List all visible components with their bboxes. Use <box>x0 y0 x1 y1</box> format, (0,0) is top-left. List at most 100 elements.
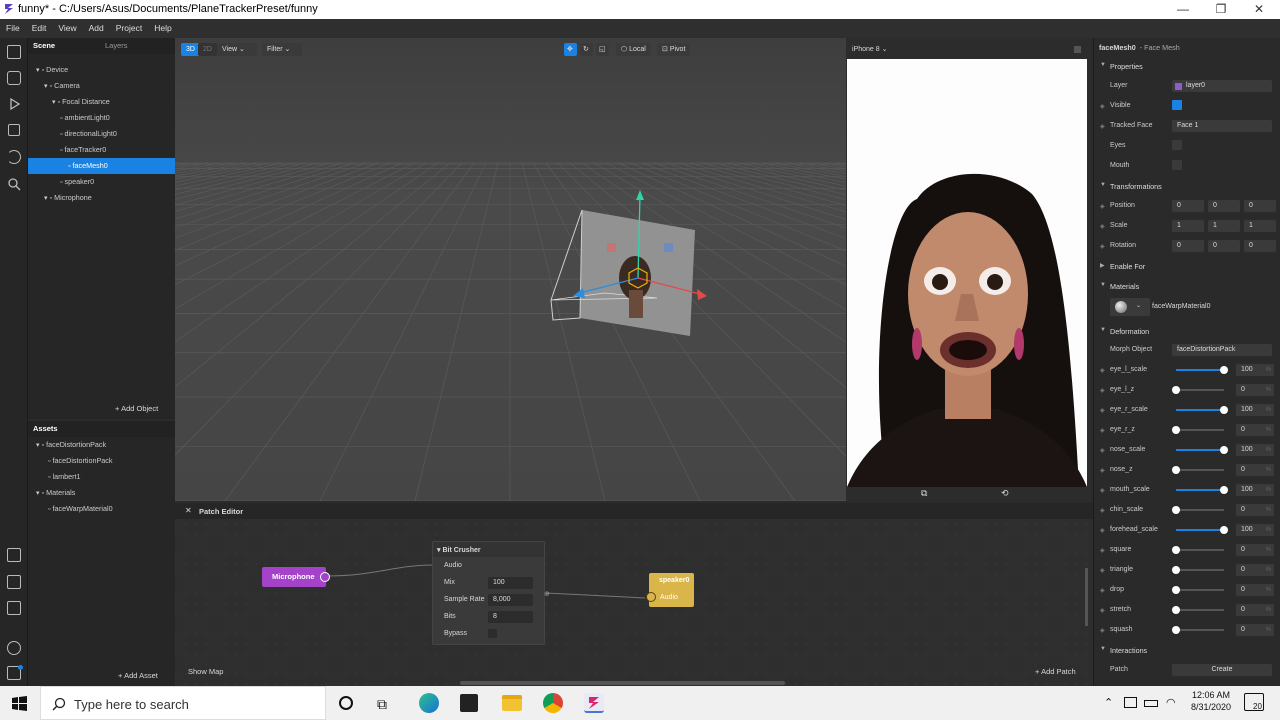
screenshot-icon[interactable]: ⧉ <box>921 488 927 499</box>
asset-tree-item[interactable]: ▾ ▫ faceDistortionPack <box>28 437 175 453</box>
keyframe-icon[interactable]: ◈ <box>1100 607 1105 614</box>
slider-value-input[interactable]: 0% <box>1236 504 1274 516</box>
scene-tree-item[interactable]: ▫ ambientLight0 <box>28 110 175 126</box>
keyframe-icon[interactable]: ◈ <box>1100 103 1105 110</box>
scene-tree-item[interactable]: ▾ ▫ Microphone <box>28 190 175 206</box>
asset-tree-item[interactable]: ▫ lambert1 <box>28 469 175 485</box>
keyframe-icon[interactable]: ◈ <box>1100 567 1105 574</box>
minimize-button[interactable]: — <box>1164 0 1202 19</box>
blendshape-slider[interactable] <box>1172 626 1224 634</box>
keyframe-icon[interactable]: ◈ <box>1100 367 1105 374</box>
viewport-3d[interactable] <box>175 38 846 501</box>
view-dropdown[interactable]: View ⌄ <box>217 43 257 56</box>
menu-project[interactable]: Project <box>110 19 148 38</box>
keyframe-icon[interactable]: ◈ <box>1100 123 1105 130</box>
slider-value-input[interactable]: 0% <box>1236 604 1274 616</box>
slider-knob[interactable] <box>1220 366 1228 374</box>
refresh-icon[interactable] <box>7 150 21 164</box>
scale-z-input[interactable]: 1 <box>1244 220 1276 232</box>
layer-dropdown[interactable]: layer0 <box>1172 80 1272 92</box>
panel-menu-icon[interactable] <box>1074 46 1081 53</box>
scene-tree-item[interactable]: ▾ ▫ Device <box>28 62 175 78</box>
keyframe-icon[interactable]: ◈ <box>1100 627 1105 634</box>
chevron-up-icon[interactable]: ⌃ <box>1104 696 1113 709</box>
speaker-patch[interactable]: speaker0 Audio <box>646 573 694 607</box>
keyframe-icon[interactable]: ◈ <box>1100 467 1105 474</box>
position-x-input[interactable]: 0 <box>1172 200 1204 212</box>
output-port-icon[interactable] <box>320 572 330 582</box>
keyframe-icon[interactable]: ◈ <box>1100 487 1105 494</box>
stop-icon[interactable] <box>8 124 20 136</box>
eyes-checkbox[interactable] <box>1172 140 1182 150</box>
slider-value-input[interactable]: 100% <box>1236 444 1274 456</box>
file-explorer-icon[interactable] <box>502 695 522 711</box>
scene-tree-item[interactable]: ▫ directionalLight0 <box>28 126 175 142</box>
show-map-button[interactable]: Show Map <box>188 667 223 676</box>
scene-tree-item[interactable]: ▾ ▫ Focal Distance <box>28 94 175 110</box>
blendshape-slider[interactable] <box>1176 486 1228 494</box>
output-port-icon[interactable]: ⊕ <box>544 590 550 598</box>
slider-knob[interactable] <box>1172 466 1180 474</box>
tracked-face-dropdown[interactable]: Face 1 <box>1172 120 1272 132</box>
scene-tree-item[interactable]: ▾ ▫ Camera <box>28 78 175 94</box>
slider-knob[interactable] <box>1172 426 1180 434</box>
battery-icon[interactable] <box>1144 700 1158 707</box>
keyframe-icon[interactable]: ◈ <box>1100 447 1105 454</box>
layout-icon[interactable] <box>7 45 21 59</box>
video-icon[interactable] <box>7 71 21 85</box>
asset-tree-item[interactable]: ▫ faceDistortionPack <box>28 453 175 469</box>
edge-icon[interactable] <box>419 693 439 713</box>
pivot-button[interactable]: ⊡ Pivot <box>657 43 691 56</box>
add-patch-button[interactable]: + Add Patch <box>1035 667 1076 676</box>
menu-help[interactable]: Help <box>148 19 177 38</box>
scale-x-input[interactable]: 1 <box>1172 220 1204 232</box>
maximize-button[interactable]: ❐ <box>1202 0 1240 19</box>
section-deformation[interactable]: ▼ Deformation <box>1094 321 1280 341</box>
section-transformations[interactable]: ▼ Transformations <box>1094 176 1280 196</box>
slider-knob[interactable] <box>1220 406 1228 414</box>
section-materials[interactable]: ▼ Materials <box>1094 276 1280 296</box>
mouth-checkbox[interactable] <box>1172 160 1182 170</box>
menu-add[interactable]: Add <box>83 19 110 38</box>
keyframe-icon[interactable]: ◈ <box>1100 427 1105 434</box>
slider-value-input[interactable]: 0% <box>1236 424 1274 436</box>
windows-start-icon[interactable] <box>12 696 27 711</box>
input-port-icon[interactable] <box>646 592 656 602</box>
clock[interactable]: 12:06 AM 8/31/2020 <box>1186 690 1236 712</box>
slider-knob[interactable] <box>1172 626 1180 634</box>
morph-object-dropdown[interactable]: faceDistortionPack <box>1172 344 1272 356</box>
scale-tool-icon[interactable]: ◱ <box>596 43 609 56</box>
export-icon[interactable] <box>7 575 21 589</box>
microphone-patch[interactable]: Microphone <box>262 567 330 587</box>
slider-value-input[interactable]: 0% <box>1236 584 1274 596</box>
slider-knob[interactable] <box>1172 546 1180 554</box>
rotate-device-icon[interactable]: ⟲ <box>1001 488 1009 499</box>
move-tool-icon[interactable]: ✥ <box>564 43 577 56</box>
keyframe-icon[interactable]: ◈ <box>1100 203 1105 210</box>
scene-tree-item[interactable]: ▫ faceMesh0 <box>28 158 175 174</box>
slider-knob[interactable] <box>1172 506 1180 514</box>
slider-value-input[interactable]: 100% <box>1236 364 1274 376</box>
keyframe-icon[interactable]: ◈ <box>1100 587 1105 594</box>
slider-knob[interactable] <box>1172 606 1180 614</box>
bit-crusher-patch[interactable]: ▾ Bit Crusher Audio Mix 100 Sample Rate … <box>432 541 550 645</box>
spark-ar-taskbar-icon[interactable] <box>584 693 604 713</box>
position-z-input[interactable]: 0 <box>1244 200 1276 212</box>
filter-dropdown[interactable]: Filter ⌄ <box>262 43 302 56</box>
blendshape-slider[interactable] <box>1172 606 1224 614</box>
play-icon[interactable] <box>7 97 21 111</box>
bc-bypass-checkbox[interactable] <box>488 629 497 638</box>
folder-icon[interactable] <box>7 548 21 562</box>
patch-editor[interactable] <box>175 503 1093 686</box>
slider-value-input[interactable]: 100% <box>1236 484 1274 496</box>
search-icon[interactable] <box>7 177 21 191</box>
section-enable-for[interactable]: ▶ Enable For <box>1094 256 1280 276</box>
blendshape-slider[interactable] <box>1176 366 1228 374</box>
asset-tree-item[interactable]: ▫ faceWarpMaterial0 <box>28 501 175 517</box>
section-properties[interactable]: ▼ Properties <box>1094 56 1280 76</box>
close-button[interactable]: ✕ <box>1240 0 1278 19</box>
close-icon[interactable]: ✕ <box>185 506 192 515</box>
store-icon[interactable] <box>460 694 478 712</box>
rotation-y-input[interactable]: 0 <box>1208 240 1240 252</box>
action-center-icon[interactable]: 20 <box>1244 693 1264 711</box>
